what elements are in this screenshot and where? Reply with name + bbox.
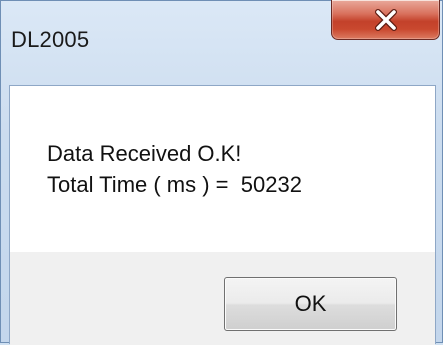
ok-button[interactable]: OK xyxy=(224,277,397,331)
message-line-status: Data Received O.K! xyxy=(47,141,242,166)
close-icon xyxy=(332,0,439,39)
message-line-total-time: Total Time ( ms ) = 50232 xyxy=(47,172,302,197)
window-title: DL2005 xyxy=(11,27,90,52)
title-bar[interactable]: DL2005 xyxy=(1,0,442,83)
dialog-content: Data Received O.K! Total Time ( ms ) = 5… xyxy=(9,85,436,345)
dialog-window: DL2005 Data Received O.K! Total Time ( m… xyxy=(0,0,443,345)
close-button[interactable] xyxy=(331,0,440,40)
message-text: Data Received O.K! Total Time ( ms ) = 5… xyxy=(47,138,302,200)
dialog-footer: OK xyxy=(10,252,435,345)
